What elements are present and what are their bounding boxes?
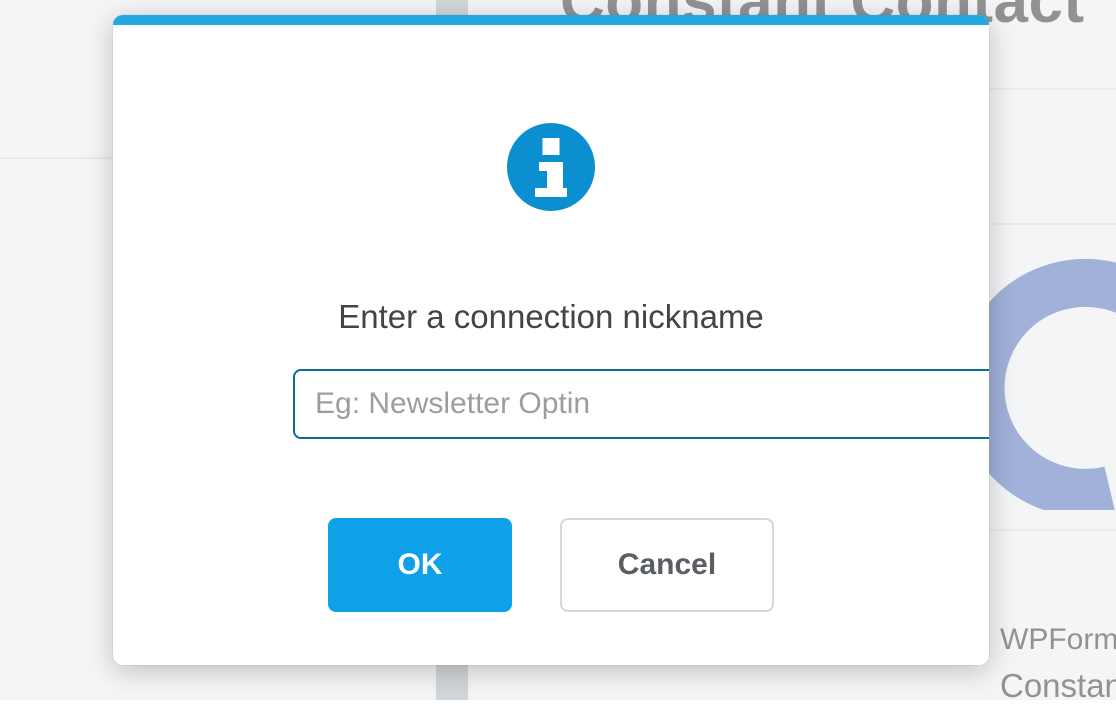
info-icon bbox=[507, 123, 595, 211]
modal-accent-bar bbox=[113, 15, 989, 25]
info-icon-wrap bbox=[507, 123, 595, 211]
cancel-button[interactable]: Cancel bbox=[560, 518, 774, 612]
ok-button[interactable]: OK bbox=[328, 518, 512, 612]
connection-nickname-modal: Enter a connection nickname OK Cancel bbox=[113, 15, 989, 665]
modal-title: Enter a connection nickname bbox=[113, 298, 989, 336]
modal-button-row: OK Cancel bbox=[113, 518, 989, 612]
modal-body: Enter a connection nickname OK Cancel bbox=[113, 25, 989, 665]
connection-nickname-input[interactable] bbox=[293, 369, 989, 439]
